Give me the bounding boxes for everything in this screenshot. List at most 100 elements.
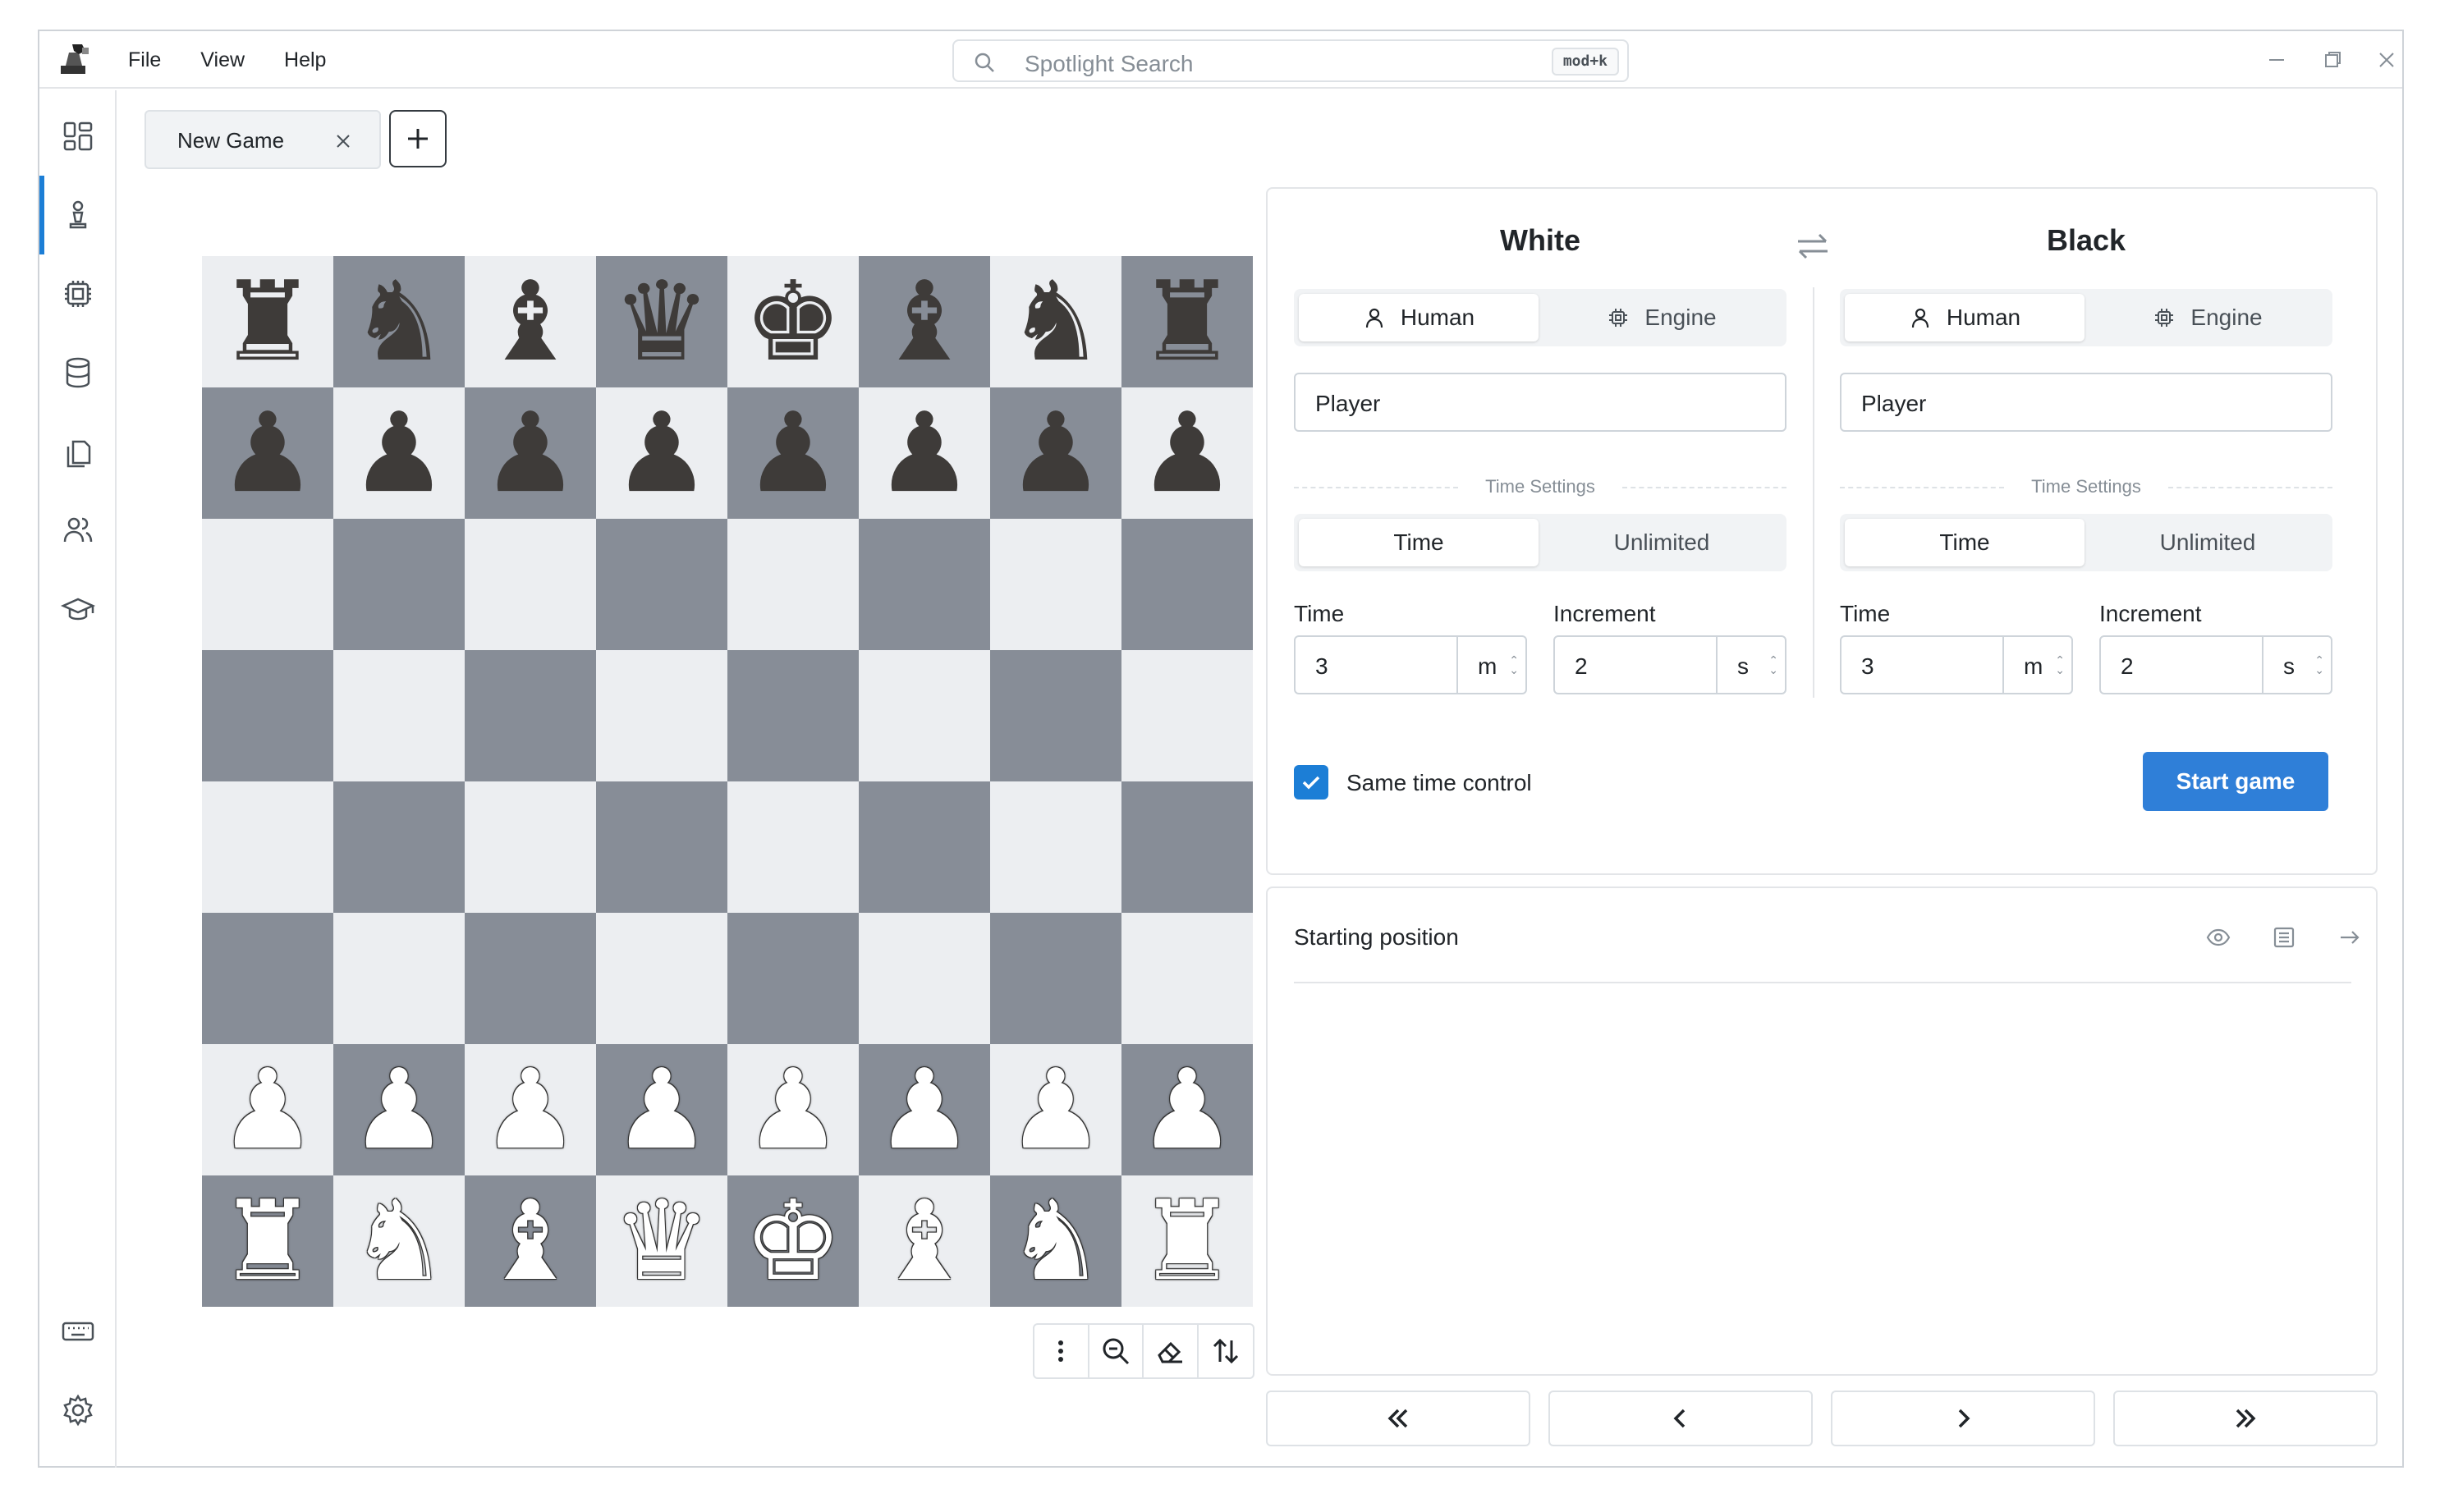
go-to-end-button[interactable] (2113, 1391, 2378, 1446)
chess-piece[interactable]: ♜ (1138, 1186, 1236, 1296)
square-c7[interactable]: ♟ (465, 387, 596, 519)
square-g6[interactable] (990, 519, 1121, 650)
square-a6[interactable] (202, 519, 333, 650)
square-d5[interactable] (596, 650, 727, 781)
black-name-input[interactable]: Player (1840, 373, 2332, 432)
square-h4[interactable] (1121, 781, 1253, 913)
sidebar-item-accounts[interactable] (39, 491, 117, 570)
square-h6[interactable] (1121, 519, 1253, 650)
swap-colors-icon[interactable] (1790, 223, 1836, 269)
square-g4[interactable] (990, 781, 1121, 913)
square-f4[interactable] (859, 781, 990, 913)
chess-piece[interactable]: ♟ (481, 398, 580, 508)
chess-piece[interactable]: ♟ (744, 398, 842, 508)
square-c1[interactable]: ♝ (465, 1175, 596, 1307)
arrow-right-icon[interactable] (2337, 924, 2363, 951)
black-time-input[interactable]: 3 m ⌃ ⌄ (1840, 635, 2073, 694)
chess-piece[interactable]: ♟ (744, 1055, 842, 1165)
square-g1[interactable]: ♞ (990, 1175, 1121, 1307)
square-e3[interactable] (727, 913, 859, 1044)
notes-icon[interactable] (2271, 924, 2297, 951)
chess-piece[interactable]: ♝ (875, 267, 974, 377)
square-g3[interactable] (990, 913, 1121, 1044)
chess-piece[interactable]: ♜ (218, 267, 317, 377)
square-c3[interactable] (465, 913, 596, 1044)
eye-icon[interactable] (2205, 924, 2231, 951)
chess-piece[interactable]: ♟ (350, 1055, 448, 1165)
square-c5[interactable] (465, 650, 596, 781)
square-b2[interactable]: ♟ (333, 1044, 465, 1175)
square-g5[interactable] (990, 650, 1121, 781)
white-human-option[interactable]: Human (1299, 294, 1539, 341)
white-unlimited-option[interactable]: Unlimited (1542, 519, 1782, 566)
square-e1[interactable]: ♚ (727, 1175, 859, 1307)
close-tab-icon[interactable] (333, 131, 353, 151)
square-a2[interactable]: ♟ (202, 1044, 333, 1175)
square-b5[interactable] (333, 650, 465, 781)
chess-piece[interactable]: ♝ (875, 1186, 974, 1296)
chess-piece[interactable]: ♟ (1007, 1055, 1105, 1165)
white-time-input[interactable]: 3 m ⌃ ⌄ (1294, 635, 1527, 694)
chess-piece[interactable]: ♛ (612, 267, 711, 377)
square-a3[interactable] (202, 913, 333, 1044)
close-window-icon[interactable] (2373, 46, 2401, 74)
white-increment-unit-select[interactable]: s ⌃ ⌄ (1716, 637, 1785, 693)
square-e6[interactable] (727, 519, 859, 650)
board-menu-button[interactable] (1034, 1325, 1089, 1377)
square-h1[interactable]: ♜ (1121, 1175, 1253, 1307)
spotlight-search[interactable]: Spotlight Search mod+k (952, 39, 1629, 82)
chess-piece[interactable]: ♟ (350, 398, 448, 508)
square-a4[interactable] (202, 781, 333, 913)
square-b1[interactable]: ♞ (333, 1175, 465, 1307)
square-e7[interactable]: ♟ (727, 387, 859, 519)
black-increment-input[interactable]: 2 s ⌃ ⌄ (2099, 635, 2332, 694)
chess-piece[interactable]: ♚ (744, 267, 842, 377)
sidebar-item-shortcuts[interactable] (39, 1292, 117, 1371)
square-d7[interactable]: ♟ (596, 387, 727, 519)
sidebar-item-settings[interactable] (39, 1371, 117, 1450)
square-h3[interactable] (1121, 913, 1253, 1044)
square-h7[interactable]: ♟ (1121, 387, 1253, 519)
chess-piece[interactable]: ♞ (350, 1186, 448, 1296)
minimize-icon[interactable] (2263, 46, 2291, 74)
square-d6[interactable] (596, 519, 727, 650)
square-c6[interactable] (465, 519, 596, 650)
add-tab-button[interactable] (389, 110, 447, 167)
square-f7[interactable]: ♟ (859, 387, 990, 519)
chess-piece[interactable]: ♟ (218, 1055, 317, 1165)
chess-piece[interactable]: ♞ (1007, 267, 1105, 377)
chess-piece[interactable]: ♜ (1138, 267, 1236, 377)
black-time-unit-select[interactable]: m ⌃ ⌄ (2002, 637, 2071, 693)
square-a5[interactable] (202, 650, 333, 781)
square-a8[interactable]: ♜ (202, 256, 333, 387)
square-d3[interactable] (596, 913, 727, 1044)
square-d4[interactable] (596, 781, 727, 913)
square-f1[interactable]: ♝ (859, 1175, 990, 1307)
start-game-button[interactable]: Start game (2143, 752, 2328, 811)
square-d1[interactable]: ♛ (596, 1175, 727, 1307)
analyze-button[interactable] (1089, 1325, 1144, 1377)
square-c8[interactable]: ♝ (465, 256, 596, 387)
menu-view[interactable]: View (200, 48, 245, 72)
chess-piece[interactable]: ♝ (481, 267, 580, 377)
square-d8[interactable]: ♛ (596, 256, 727, 387)
square-e5[interactable] (727, 650, 859, 781)
chess-board[interactable]: ♜ ♞ ♝ ♛ ♚ ♝ ♞ ♜ ♟ ♟ ♟ ♟ ♟ ♟ ♟ ♟ ♟ ♟ ♟ ♟ ♟ ♟ ♟ ♟ ♜ ♞ ♝ ♛ ♚ ♝ ♞ ♜ (202, 256, 1253, 1307)
sidebar-item-play[interactable] (39, 176, 117, 254)
chess-piece[interactable]: ♟ (1138, 398, 1236, 508)
chess-piece[interactable]: ♞ (350, 267, 448, 377)
black-time-option[interactable]: Time (1845, 519, 2085, 566)
chess-piece[interactable]: ♝ (481, 1186, 580, 1296)
menu-file[interactable]: File (128, 48, 161, 72)
sidebar-item-engines[interactable] (39, 254, 117, 333)
square-f3[interactable] (859, 913, 990, 1044)
square-b3[interactable] (333, 913, 465, 1044)
square-h2[interactable]: ♟ (1121, 1044, 1253, 1175)
chess-piece[interactable]: ♚ (744, 1186, 842, 1296)
same-time-control-checkbox[interactable] (1294, 765, 1328, 800)
square-a7[interactable]: ♟ (202, 387, 333, 519)
sidebar-item-dashboard[interactable] (39, 97, 117, 176)
square-g2[interactable]: ♟ (990, 1044, 1121, 1175)
chess-piece[interactable]: ♟ (1138, 1055, 1236, 1165)
clear-board-button[interactable] (1144, 1325, 1199, 1377)
